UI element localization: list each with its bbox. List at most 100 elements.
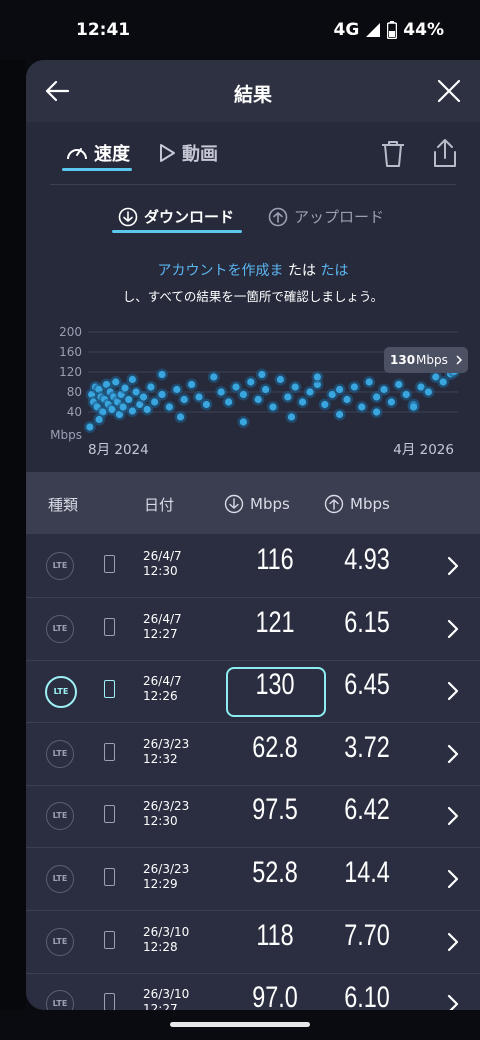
row-download: 118 bbox=[256, 918, 294, 952]
speed-chart[interactable]: 2001601208040Mbps8月 2024 4月 2026130 Mbps bbox=[26, 318, 480, 468]
table-row[interactable]: LTE 26/3/10 12:28 118 7.70 bbox=[26, 911, 480, 974]
y-tick-label: 40 bbox=[67, 405, 82, 419]
table-row[interactable]: LTE 26/3/10 12:27 97.0 6.10 bbox=[26, 973, 480, 1010]
speedometer-icon bbox=[67, 148, 87, 160]
x-end-label: 4月 2026 bbox=[393, 442, 454, 458]
table-row[interactable]: LTE 26/4/7 12:30 116 4.93 bbox=[26, 535, 480, 598]
y-tick-label: 200 bbox=[59, 325, 82, 339]
chevron-right-icon[interactable] bbox=[446, 806, 460, 830]
data-point bbox=[247, 378, 255, 386]
x-start-label: 8月 2024 bbox=[88, 442, 149, 458]
row-date: 26/4/7 bbox=[143, 549, 182, 563]
data-point bbox=[210, 373, 218, 381]
data-point bbox=[276, 375, 284, 384]
data-point bbox=[343, 395, 351, 404]
data-point bbox=[158, 390, 166, 399]
row-date: 26/3/23 bbox=[143, 862, 190, 876]
row-datetime: 26/3/23 12:30 bbox=[143, 799, 189, 829]
table-row[interactable]: LTE 26/3/23 12:30 97.5 6.42 bbox=[26, 785, 480, 849]
data-point bbox=[365, 378, 373, 386]
data-point bbox=[239, 418, 247, 426]
row-time: 12:29 bbox=[143, 877, 178, 891]
status-icons: 4G 44% bbox=[334, 20, 445, 40]
network-type-badge: LTE bbox=[46, 865, 74, 893]
data-point bbox=[128, 407, 136, 415]
chevron-right-icon[interactable] bbox=[446, 932, 460, 956]
create-account-link[interactable]: アカウントを作成ま bbox=[158, 263, 284, 279]
table-row[interactable]: LTE 26/4/7 12:27 121 6.15 bbox=[26, 598, 480, 661]
row-date: 26/3/10 bbox=[143, 924, 190, 939]
subtab-download-underline bbox=[112, 230, 242, 233]
table-row[interactable]: LTE 26/3/23 12:29 52.8 14.4 bbox=[26, 848, 480, 911]
promo-line-1: アカウントを作成ま たは たは bbox=[26, 260, 480, 280]
data-point bbox=[313, 373, 321, 381]
row-time: 12:30 bbox=[143, 564, 178, 578]
subtab-download-label: ダウンロード bbox=[144, 208, 235, 226]
data-point bbox=[350, 383, 358, 391]
row-upload: 3.72 bbox=[344, 730, 390, 764]
row-time: 12:28 bbox=[143, 939, 178, 954]
signal-icon bbox=[366, 23, 381, 37]
chevron-right-icon[interactable] bbox=[446, 994, 460, 1010]
phone-icon bbox=[104, 555, 115, 573]
phone-icon bbox=[104, 930, 115, 949]
tab-speed[interactable]: 速度 bbox=[66, 140, 130, 166]
data-point bbox=[217, 388, 225, 396]
chevron-right-icon[interactable] bbox=[446, 869, 460, 893]
data-point bbox=[299, 398, 307, 406]
network-label: 4G bbox=[333, 20, 360, 40]
home-gesture-bar[interactable] bbox=[170, 1022, 310, 1027]
row-date: 26/3/23 bbox=[143, 799, 190, 814]
data-point bbox=[439, 378, 447, 386]
chevron-right-icon[interactable] bbox=[446, 619, 460, 643]
data-point bbox=[287, 413, 296, 421]
table-row[interactable]: LTE 26/4/7 12:26 130 6.45 bbox=[26, 660, 480, 724]
login-link[interactable]: たは bbox=[320, 263, 348, 279]
data-point bbox=[139, 393, 148, 401]
y-tick-label: 80 bbox=[67, 385, 82, 399]
data-point bbox=[143, 405, 151, 414]
data-point bbox=[410, 403, 418, 411]
tab-speed-label: 速度 bbox=[94, 144, 130, 165]
chevron-right-icon[interactable] bbox=[446, 681, 460, 705]
header-download: Mbps bbox=[224, 494, 290, 514]
row-time: 12:32 bbox=[143, 751, 178, 766]
network-type-badge: LTE bbox=[46, 552, 74, 580]
row-datetime: 26/4/7 12:30 bbox=[143, 549, 182, 579]
status-bar: 12:41 4G 44% bbox=[0, 0, 480, 60]
share-icon[interactable] bbox=[432, 138, 458, 168]
close-icon[interactable] bbox=[436, 78, 462, 104]
row-upload: 6.42 bbox=[344, 793, 390, 827]
data-point bbox=[147, 383, 155, 391]
tab-video[interactable]: 動画 bbox=[158, 140, 218, 166]
phone-icon bbox=[104, 742, 115, 761]
row-download: 116 bbox=[256, 543, 294, 576]
divider bbox=[50, 184, 456, 185]
row-datetime: 26/4/7 12:27 bbox=[143, 612, 182, 642]
data-point bbox=[188, 380, 196, 389]
row-datetime: 26/4/7 12:26 bbox=[143, 674, 182, 704]
subtab-download[interactable]: ダウンロード bbox=[118, 206, 234, 227]
status-time: 12:41 bbox=[76, 20, 131, 40]
data-point bbox=[395, 380, 403, 389]
row-time: 12:30 bbox=[143, 814, 178, 829]
chevron-right-icon[interactable] bbox=[446, 744, 460, 768]
data-point bbox=[232, 383, 240, 391]
data-point bbox=[195, 393, 203, 401]
table-row[interactable]: LTE 26/3/23 12:32 62.8 3.72 bbox=[26, 723, 480, 786]
row-datetime: 26/3/10 12:28 bbox=[143, 925, 189, 955]
data-point bbox=[254, 395, 262, 404]
row-download: 62.8 bbox=[252, 730, 298, 764]
data-point bbox=[225, 398, 233, 406]
upload-circle-icon bbox=[268, 207, 288, 226]
header-type: 種類 bbox=[48, 496, 79, 514]
data-point bbox=[95, 415, 103, 424]
trash-icon[interactable] bbox=[380, 140, 406, 168]
subtab-upload[interactable]: アップロード bbox=[268, 206, 384, 227]
row-upload: 6.10 bbox=[344, 981, 390, 1010]
network-type-badge: LTE bbox=[46, 990, 74, 1010]
data-point bbox=[291, 383, 299, 391]
data-point bbox=[336, 385, 344, 394]
chevron-right-icon[interactable] bbox=[446, 556, 460, 580]
data-point bbox=[269, 403, 277, 411]
